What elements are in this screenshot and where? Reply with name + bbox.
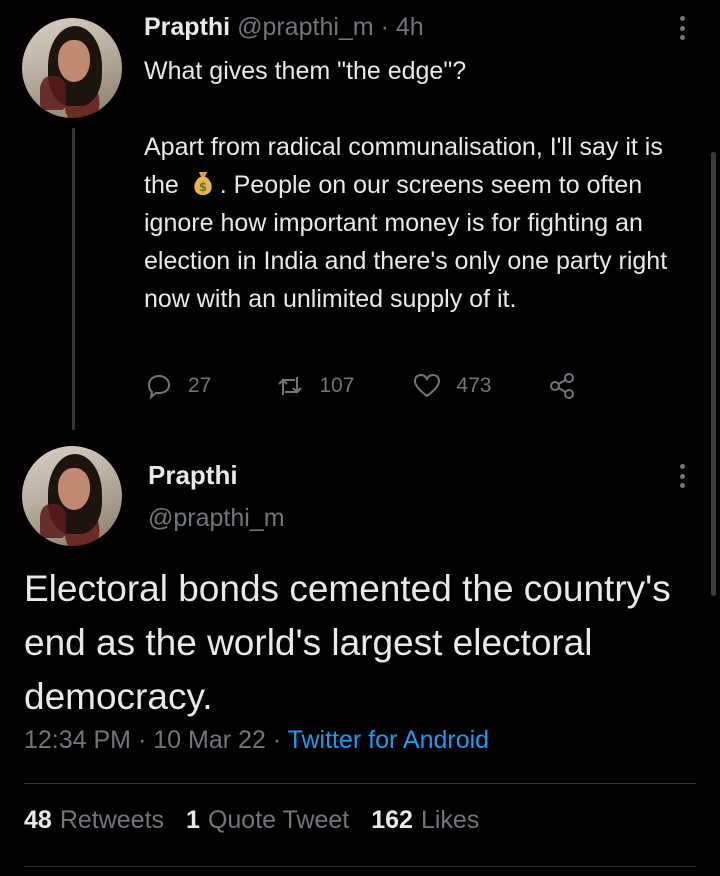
tweet-header: Prapthi @prapthi_m · 4h: [144, 10, 424, 44]
more-options-icon[interactable]: [670, 12, 694, 44]
author-name[interactable]: Prapthi: [144, 13, 230, 41]
avatar-wine-glass: [40, 76, 66, 110]
tweet-time[interactable]: 12:34 PM: [24, 726, 131, 754]
separator: ·: [137, 726, 147, 754]
heart-icon: [414, 373, 441, 398]
avatar[interactable]: [22, 18, 122, 118]
likes-label: Likes: [420, 806, 480, 834]
retweet-icon: [278, 377, 303, 395]
tweet-stats: 48 Retweets 1 Quote Tweet 162 Likes: [24, 806, 479, 835]
share-button[interactable]: [547, 371, 577, 401]
scrollbar[interactable]: [711, 152, 716, 596]
separator: ·: [272, 726, 282, 754]
tweet-source-link[interactable]: Twitter for Android: [288, 726, 489, 754]
money-bag-icon: $: [194, 172, 212, 195]
likes-count: 162: [371, 806, 413, 834]
retweets-stat[interactable]: 48 Retweets: [24, 806, 164, 835]
author-handle[interactable]: @prapthi_m: [237, 13, 374, 41]
tweet-text-line1: What gives them "the edge"?: [144, 57, 467, 85]
retweets-count: 48: [24, 806, 52, 834]
tweet-text-para2-end: . People on our screens seem to often ig…: [144, 171, 668, 313]
author-name[interactable]: Prapthi: [148, 460, 238, 491]
retweet-count: 107: [319, 374, 355, 397]
reply-count: 27: [188, 374, 212, 397]
svg-text:$: $: [199, 180, 207, 194]
reply-icon: [147, 374, 171, 400]
like-count: 473: [456, 374, 492, 397]
avatar[interactable]: [22, 446, 122, 546]
retweet-button[interactable]: 107: [275, 371, 354, 401]
tweet-time[interactable]: 4h: [396, 13, 424, 41]
avatar-face: [58, 40, 90, 82]
share-icon: [550, 373, 575, 399]
more-options-icon[interactable]: [670, 460, 694, 492]
author-handle[interactable]: @prapthi_m: [148, 504, 285, 533]
tweet-actions: 27 107 473: [144, 366, 577, 406]
avatar-wine-glass: [40, 504, 66, 538]
reply-button[interactable]: 27: [144, 371, 211, 401]
divider: [24, 866, 696, 867]
likes-stat[interactable]: 162 Likes: [371, 806, 479, 835]
retweets-label: Retweets: [59, 806, 165, 834]
tweet-text: What gives them "the edge"? Apart from r…: [144, 52, 704, 318]
like-button[interactable]: 473: [412, 371, 491, 401]
tweet-text: Electoral bonds cemented the country's e…: [24, 568, 671, 717]
quote-tweets-label: Quote Tweet: [207, 806, 350, 834]
tweet-metadata: 12:34 PM · 10 Mar 22 · Twitter for Andro…: [24, 726, 489, 755]
thread-line: [72, 128, 75, 430]
quote-tweets-stat[interactable]: 1 Quote Tweet: [186, 806, 349, 835]
separator: ·: [380, 13, 389, 41]
tweet-date[interactable]: 10 Mar 22: [153, 726, 266, 754]
divider: [24, 783, 696, 784]
avatar-face: [58, 468, 90, 510]
tweet-text-para2: Apart from radical communalisation, I'll…: [144, 128, 704, 318]
quote-tweets-count: 1: [186, 806, 200, 834]
